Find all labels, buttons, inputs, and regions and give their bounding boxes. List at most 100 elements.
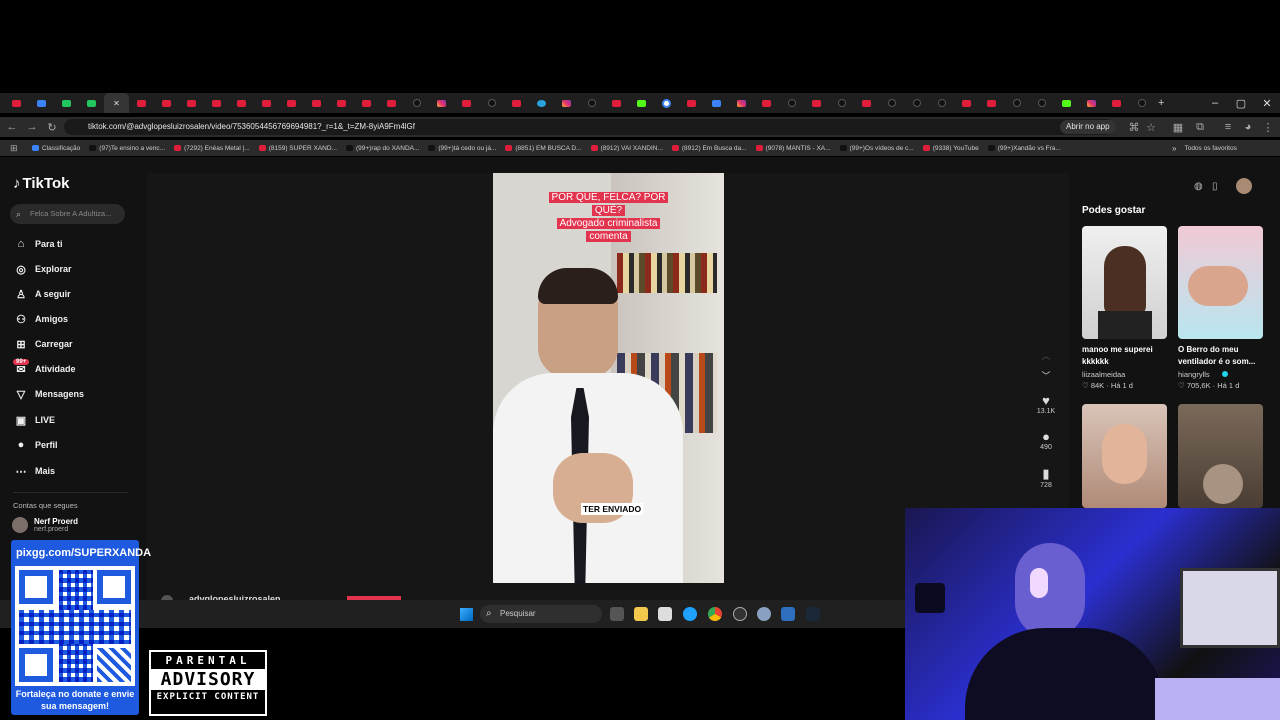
browser-tab[interactable]: [304, 93, 329, 113]
bookmark-item[interactable]: (8912) Em Busca da...: [671, 145, 747, 152]
store-icon[interactable]: [658, 607, 672, 621]
sidebar-item-live[interactable]: ▣ LIVE: [13, 412, 55, 428]
puzzle-icon[interactable]: ⧉: [1192, 119, 1208, 135]
prev-video-icon[interactable]: ︿: [1035, 349, 1057, 362]
browser-tab[interactable]: [1004, 93, 1029, 113]
bookmark-item[interactable]: (99+)Os vídeos de c...: [839, 145, 914, 152]
browser-tab[interactable]: [404, 93, 429, 113]
browser-tab[interactable]: [79, 93, 104, 113]
browser-tab[interactable]: [679, 93, 704, 113]
menu-icon[interactable]: ⋮: [1260, 119, 1276, 135]
sidebar-item-perfil[interactable]: ● Perfil: [13, 437, 58, 453]
new-tab-icon[interactable]: +: [1158, 97, 1164, 109]
bookmark-item[interactable]: (8851) EM BUSCA D...: [505, 145, 582, 152]
browser-tab[interactable]: [554, 93, 579, 113]
bookmark-item[interactable]: (8912) VAI XANDIN...: [590, 145, 663, 152]
task-view-icon[interactable]: [610, 607, 624, 621]
apps-icon[interactable]: ⊞: [10, 143, 22, 154]
browser-tab[interactable]: [1079, 93, 1104, 113]
browser-tab[interactable]: [754, 93, 779, 113]
back-icon[interactable]: ←: [4, 119, 20, 135]
bookmark-item[interactable]: (99+)rap do XANDÃ...: [345, 145, 419, 152]
recommend-item-user[interactable]: liizaalmeidaa: [1082, 370, 1125, 379]
browser-tab[interactable]: [1029, 93, 1054, 113]
browser-tab[interactable]: [629, 93, 654, 113]
more-bookmarks-icon[interactable]: »: [1172, 144, 1176, 153]
edge-icon[interactable]: [683, 607, 697, 621]
all-favorites[interactable]: Todos os favoritos: [1184, 145, 1236, 152]
save-button[interactable]: ▮ 728: [1035, 466, 1057, 489]
comment-button[interactable]: ● 490: [1035, 429, 1057, 451]
following-account[interactable]: Nerf Proerd nerf.proerd: [12, 517, 78, 533]
app-icon[interactable]: [781, 607, 795, 621]
browser-tab[interactable]: [779, 93, 804, 113]
sidebar-item-amigos[interactable]: ⚇ Amigos: [13, 311, 68, 327]
windows-start-icon[interactable]: [460, 608, 473, 621]
star-icon[interactable]: ☆: [1143, 119, 1159, 135]
recommend-thumbnail[interactable]: [1082, 404, 1167, 508]
forward-icon[interactable]: →: [24, 119, 40, 135]
browser-tab[interactable]: [454, 93, 479, 113]
tab-active[interactable]: ✕: [104, 93, 129, 113]
sidebar-item-mensagens[interactable]: ▽ Mensagens: [13, 386, 84, 402]
browser-tab[interactable]: [854, 93, 879, 113]
browser-tab[interactable]: [504, 93, 529, 113]
avatar[interactable]: [1236, 178, 1252, 194]
browser-tab[interactable]: [1104, 93, 1129, 113]
browser-tab[interactable]: [704, 93, 729, 113]
recommend-thumbnail[interactable]: [1178, 404, 1263, 508]
sidebar-item-explorar[interactable]: ◎ Explorar: [13, 261, 71, 277]
chrome-icon[interactable]: [708, 607, 722, 621]
browser-tab[interactable]: [1054, 93, 1079, 113]
browser-tab[interactable]: [579, 93, 604, 113]
browser-tab[interactable]: [979, 93, 1004, 113]
bookmark-item[interactable]: (7292) Enéas Metal |...: [174, 145, 250, 152]
like-button[interactable]: ♥ 13.1K: [1035, 393, 1057, 415]
browser-tab[interactable]: [354, 93, 379, 113]
url-input[interactable]: tiktok.com/@advglopesluizrosalen/video/7…: [64, 119, 1114, 135]
settings-icon[interactable]: [757, 607, 771, 621]
reload-icon[interactable]: ↻: [44, 119, 60, 135]
video-player[interactable]: POR QUE, FELCA? POR QUÊ? Advogado criminal…: [493, 173, 724, 583]
sidebar-item-para-ti[interactable]: ⌂ Para ti: [13, 236, 63, 252]
browser-tab[interactable]: [804, 93, 829, 113]
file-explorer-icon[interactable]: [634, 607, 648, 621]
close-icon[interactable]: ✕: [1254, 93, 1280, 113]
bookmark-item[interactable]: (99+)tá cedo ou já...: [428, 145, 496, 152]
browser-tab[interactable]: [879, 93, 904, 113]
browser-tab[interactable]: [179, 93, 204, 113]
browser-tab[interactable]: [654, 93, 679, 113]
browser-tab[interactable]: [604, 93, 629, 113]
browser-tab[interactable]: [229, 93, 254, 113]
browser-tab[interactable]: [929, 93, 954, 113]
tiktok-logo[interactable]: ♪ TikTok: [13, 175, 69, 192]
translate-icon[interactable]: ⌘: [1126, 119, 1142, 135]
recommend-item-user[interactable]: hiangrylls: [1178, 370, 1210, 379]
minimize-icon[interactable]: –: [1202, 93, 1228, 113]
sidebar-item-carregar[interactable]: ⊞ Carregar: [13, 336, 72, 352]
browser-tab[interactable]: [4, 93, 29, 113]
avatar[interactable]: ◕: [1240, 119, 1256, 135]
browser-tab[interactable]: [29, 93, 54, 113]
browser-tab[interactable]: [204, 93, 229, 113]
browser-tab[interactable]: [1129, 93, 1154, 113]
search-input[interactable]: ⌕ Felca Sobre A Adultiza...: [10, 204, 125, 224]
next-video-icon[interactable]: ﹀: [1035, 369, 1057, 382]
extension-icon[interactable]: ▦: [1170, 119, 1186, 135]
maximize-icon[interactable]: ▢: [1228, 93, 1254, 113]
bookmark-item[interactable]: (8159) SUPER XAND...: [258, 145, 337, 152]
recommend-thumbnail[interactable]: [1178, 226, 1263, 339]
sidebar-item-a-seguir[interactable]: ♙ A seguir: [13, 286, 71, 302]
bookmark-item[interactable]: (9078) MANTIS - XA...: [755, 145, 831, 152]
bookmark-item[interactable]: Classificação: [32, 145, 80, 152]
browser-tab[interactable]: [379, 93, 404, 113]
open-app-button[interactable]: Abrir no app: [1060, 120, 1116, 134]
recommend-item-title[interactable]: O Berro do meu ventilador é o som...: [1178, 344, 1268, 368]
app-icon[interactable]: [733, 607, 747, 621]
recommend-item-title[interactable]: manoo me superei kkkkkk: [1082, 344, 1172, 368]
browser-tab[interactable]: [429, 93, 454, 113]
bookmark-item[interactable]: (97)Te ensino a venc...: [89, 145, 165, 152]
browser-tab[interactable]: [479, 93, 504, 113]
phone-icon[interactable]: ▯: [1212, 181, 1218, 192]
sidebar-item-mais[interactable]: ⋯ Mais: [13, 463, 56, 479]
